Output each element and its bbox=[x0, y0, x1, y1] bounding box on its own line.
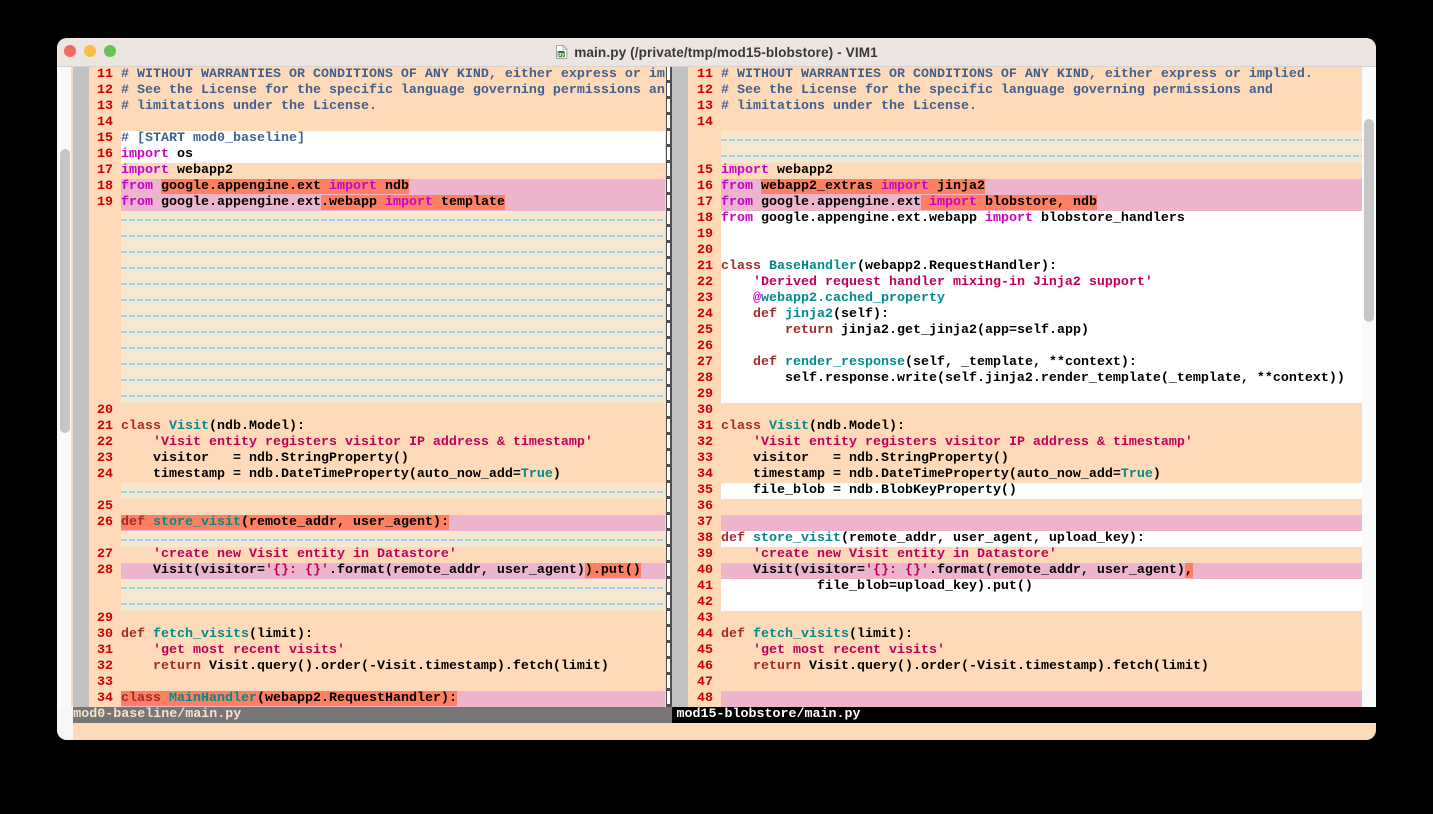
svg-text:py: py bbox=[558, 52, 565, 58]
